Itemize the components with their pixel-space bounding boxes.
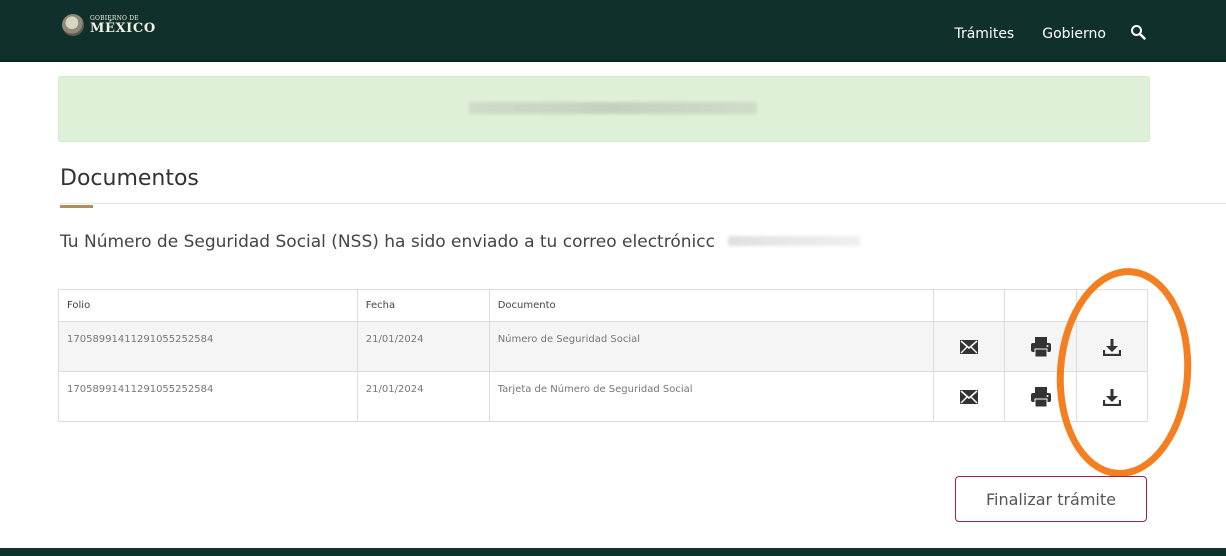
cell-fecha: 21/01/2024 (356, 371, 490, 422)
download-cell (1076, 321, 1148, 372)
nav-gobierno[interactable]: Gobierno (1042, 26, 1106, 42)
cell-fecha: 21/01/2024 (356, 321, 490, 372)
column-header-fecha: Fecha (356, 289, 490, 322)
cell-documento: Número de Seguridad Social (488, 321, 935, 372)
cell-folio: 17058991411291055252584 (58, 371, 358, 422)
nav-tramites[interactable]: Trámites (954, 26, 1014, 42)
column-header-documento: Documento (488, 289, 935, 322)
column-header-print (1004, 289, 1078, 322)
cell-documento: Tarjeta de Número de Seguridad Social (488, 371, 935, 422)
main-nav: Trámites Gobierno (926, 24, 1146, 42)
redacted-alert-text (469, 102, 757, 114)
table-header-row: Folio Fecha Documento (58, 289, 1148, 322)
print-icon[interactable] (1030, 386, 1051, 408)
table-row: 17058991411291055252584 21/01/2024 Tarje… (58, 371, 1148, 422)
table-row: 17058991411291055252584 21/01/2024 Númer… (58, 321, 1148, 372)
column-header-folio: Folio (58, 289, 358, 322)
column-header-download (1076, 289, 1148, 322)
national-seal-icon (62, 14, 84, 36)
title-divider (60, 203, 1226, 204)
search-icon[interactable] (1130, 24, 1146, 40)
print-icon[interactable] (1030, 336, 1051, 358)
top-navbar: GOBIERNO DE MÉXICO Trámites Gobierno (0, 0, 1226, 62)
print-cell (1004, 321, 1078, 372)
documents-table: Folio Fecha Documento 170589914112910552… (58, 289, 1148, 422)
cell-folio: 17058991411291055252584 (58, 321, 358, 372)
logo-text: MÉXICO (90, 20, 156, 36)
envelope-icon[interactable] (960, 389, 979, 405)
finalizar-tramite-button[interactable]: Finalizar trámite (955, 476, 1147, 522)
download-cell (1076, 371, 1148, 422)
download-icon[interactable] (1103, 388, 1122, 406)
nss-sent-message: Tu Número de Seguridad Social (NSS) ha s… (60, 232, 715, 252)
title-accent-bar (60, 205, 93, 208)
print-cell (1004, 371, 1078, 422)
footer-bar (0, 548, 1226, 556)
email-cell (933, 371, 1006, 422)
envelope-icon[interactable] (960, 339, 979, 355)
redacted-email (728, 236, 860, 246)
download-icon[interactable] (1103, 338, 1122, 356)
success-alert (58, 76, 1150, 142)
page-title: Documentos (60, 166, 199, 191)
email-cell (933, 321, 1006, 372)
column-header-email (933, 289, 1006, 322)
gobierno-mexico-logo[interactable]: GOBIERNO DE MÉXICO (62, 14, 156, 36)
